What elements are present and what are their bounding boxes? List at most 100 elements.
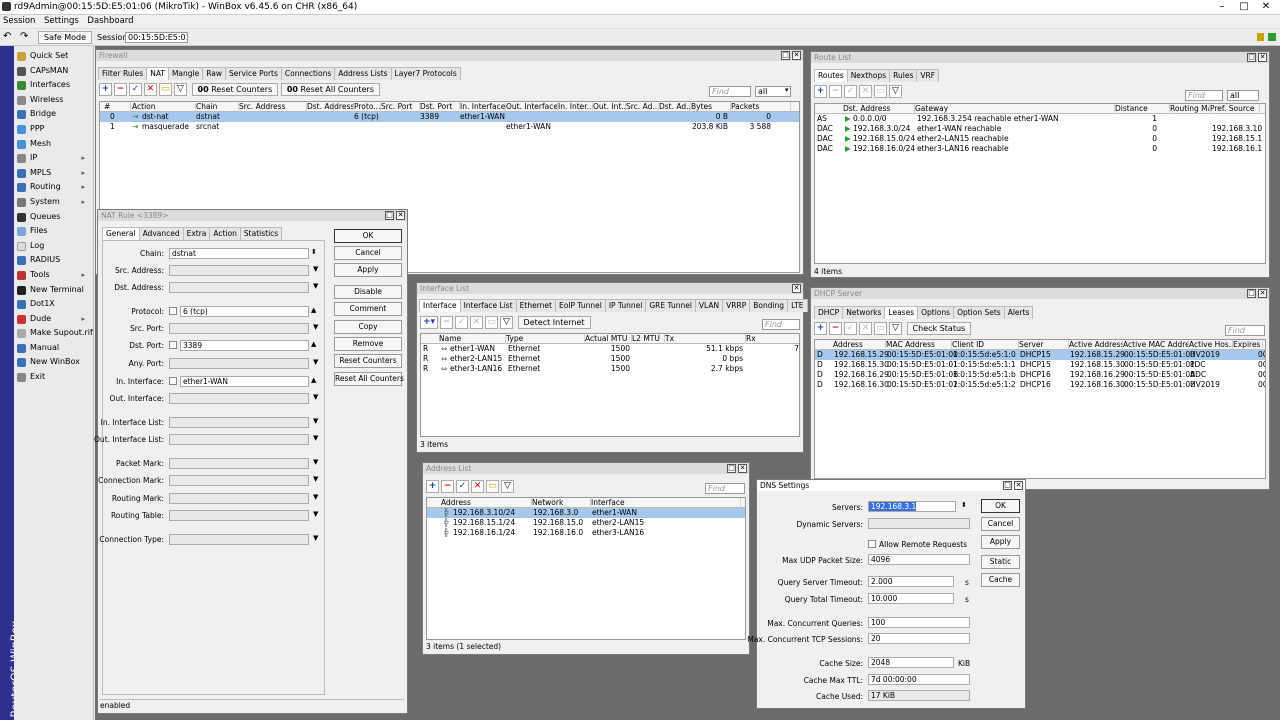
sidebar-item-log[interactable]: Log [14,239,93,254]
find-input[interactable]: Find [762,319,800,330]
tab-eoip-tunnel[interactable]: EoIP Tunnel [554,299,606,312]
tab-option-sets[interactable]: Option Sets [953,306,1005,319]
tab-dhcp[interactable]: DHCP [814,306,844,319]
sidebar-item-interfaces[interactable]: Interfaces [14,78,93,93]
chevron-down-icon[interactable]: ▼ [313,475,318,483]
sidebar-item-new-winbox[interactable]: New WinBox [14,355,93,370]
close-icon[interactable]: ✕ [1256,1,1276,13]
cache-max-ttl-field[interactable]: 7d 00:00:00 [868,674,970,685]
tab-connections[interactable]: Connections [280,67,336,80]
dns-servers-field[interactable]: 192.168.3.1 [868,501,956,512]
comment-icon[interactable]: ▭ [874,85,887,98]
apply-button[interactable]: Apply [334,263,402,277]
menu-dashboard[interactable]: Dashboard [87,16,133,26]
in-interface-field[interactable]: ether1-WAN [180,376,309,387]
redo-icon[interactable]: ↷ [20,31,28,42]
reset-all-counters-button[interactable]: Reset All Counters [334,372,404,386]
table-row[interactable]: DAC ▶ 192.168.3.0/24 ether1-WAN reachable 0 1… [815,124,1265,134]
connection-type-field[interactable] [169,534,309,545]
table-row[interactable]: D 192.168.15.30 00:15:5D:E5:01:01 1:0:15:5d… [815,360,1265,370]
connection-mark-field[interactable] [169,475,309,486]
table-row[interactable]: ╬ 192.168.3.10/24 192.168.3.0 ether1-WAN [427,508,745,518]
table-row[interactable]: ╬ 192.168.16.1/24 192.168.16.0 ether3-LAN16 [427,528,745,538]
chevron-up-icon[interactable]: ▲ [311,376,316,384]
find-input[interactable]: Find [709,86,751,97]
tab-service-ports[interactable]: Service Ports [225,67,282,80]
table-row[interactable]: 1 ⇥ masquerade srcnat ether1-WAN 203.8 K… [100,122,799,132]
out-interface-list-field[interactable] [169,434,309,445]
tab-nat[interactable]: NAT [146,67,169,80]
sidebar-item-mesh[interactable]: Mesh [14,137,93,152]
restore-icon[interactable]: □ [1003,481,1012,490]
protocol-field[interactable]: 6 (tcp) [180,306,309,317]
apply-button[interactable]: Apply [981,535,1020,549]
disable-icon[interactable]: ✕ [859,85,872,98]
chevron-down-icon[interactable]: ▼ [313,510,318,518]
remove-button[interactable]: Remove [334,337,402,351]
copy-button[interactable]: Copy [334,320,402,334]
sidebar-item-quick-set[interactable]: Quick Set [14,49,93,64]
tab-rules[interactable]: Rules [889,69,918,82]
tab-interface-list[interactable]: Interface List [459,299,517,312]
sidebar-item-dude[interactable]: Dude ▸ [14,312,93,327]
remove-icon[interactable]: − [441,480,454,493]
tab-extra[interactable]: Extra [182,227,211,240]
table-row[interactable]: R ⇔ ether3-LAN16 Ethernet 1500 2.7 kbps [421,364,799,374]
tab-raw[interactable]: Raw [202,67,227,80]
tab-vrf[interactable]: VRF [916,69,940,82]
add-icon[interactable]: + [99,83,112,96]
query-server-timeout-field[interactable]: 2.000 [868,576,954,587]
tab-layer7[interactable]: Layer7 Protocols [390,67,461,80]
tab-ip-tunnel[interactable]: IP Tunnel [604,299,647,312]
dst-port-negate-checkbox[interactable] [169,341,177,349]
filter-icon[interactable]: ▽ [501,480,514,493]
ok-button[interactable]: OK [981,499,1020,513]
sidebar-item-ip[interactable]: IP ▸ [14,151,93,166]
close-icon[interactable]: ✕ [1258,289,1267,298]
restore-icon[interactable]: □ [1247,289,1256,298]
chevron-down-icon[interactable]: ▼ [313,358,318,366]
table-row[interactable]: D 192.168.15.29 00:15:5D:E5:01:00 1:0:15:5d… [815,350,1265,360]
chevron-down-icon[interactable]: ▼ [313,393,318,401]
tab-vlan[interactable]: VLAN [694,299,724,312]
tab-filter-rules[interactable]: Filter Rules [98,67,148,80]
cancel-button[interactable]: Cancel [334,246,402,260]
enable-icon[interactable]: ✓ [455,316,468,329]
cache-size-field[interactable]: 2048 [868,657,954,668]
session-field[interactable]: 00:15:5D:E5:01:06 [125,32,188,43]
dst-port-field[interactable]: 3389 [180,340,309,351]
disable-icon[interactable]: ✕ [859,322,872,335]
sidebar-item-new-terminal[interactable]: New Terminal [14,283,93,298]
sidebar-item-ppp[interactable]: PPP [14,122,93,137]
chevron-down-icon[interactable]: ▼ [313,493,318,501]
src-address-field[interactable] [169,265,309,276]
remove-icon[interactable]: − [829,322,842,335]
restore-icon[interactable]: □ [727,464,736,473]
ok-button[interactable]: OK [334,229,402,243]
tab-general[interactable]: General [102,227,140,240]
find-input[interactable]: Find [1185,90,1223,101]
close-icon[interactable]: ✕ [792,51,801,60]
query-total-timeout-field[interactable]: 10.000 [868,593,954,604]
sidebar-item-routing[interactable]: Routing ▸ [14,180,93,195]
in-interface-list-field[interactable] [169,417,309,428]
tab-ethernet[interactable]: Ethernet [515,299,556,312]
reset-counters-button[interactable]: 00 Reset Counters [191,83,279,96]
disable-icon[interactable]: ✕ [144,83,157,96]
remove-icon[interactable]: − [829,85,842,98]
cache-button[interactable]: Cache [981,573,1020,587]
in-interface-negate-checkbox[interactable] [169,377,177,385]
close-icon[interactable]: ✕ [738,464,747,473]
close-icon[interactable]: ✕ [1014,481,1023,490]
add-dropdown-icon[interactable]: +▾ [420,316,438,329]
tab-advanced[interactable]: Advanced [138,227,184,240]
add-icon[interactable]: + [814,322,827,335]
find-input[interactable]: Find [1225,325,1265,336]
tab-gre-tunnel[interactable]: GRE Tunnel [645,299,696,312]
chevron-down-icon[interactable]: ▼ [313,458,318,466]
comment-button[interactable]: Comment [334,302,402,316]
tab-action[interactable]: Action [209,227,241,240]
comment-icon[interactable]: ▭ [486,480,499,493]
sidebar-item-mpls[interactable]: MPLS ▸ [14,166,93,181]
chevron-down-icon[interactable]: ⬍ [311,248,317,256]
